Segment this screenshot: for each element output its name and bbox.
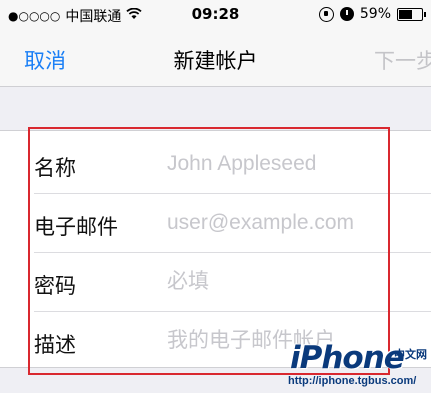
- description-row: 描述: [0, 312, 431, 371]
- battery-fill: [399, 9, 412, 19]
- account-form: 名称 电子邮件 密码 描述: [0, 130, 431, 368]
- description-field[interactable]: [167, 324, 407, 358]
- email-row: 电子邮件: [0, 194, 431, 253]
- battery-percent: 59%: [359, 6, 391, 22]
- rotation-lock-icon: [318, 6, 334, 22]
- password-field[interactable]: [167, 265, 407, 299]
- page-title: 新建帐户: [173, 49, 258, 73]
- battery-icon: [397, 7, 426, 21]
- name-label: 名称: [34, 156, 76, 180]
- status-right: 59%: [318, 6, 426, 22]
- email-label: 电子邮件: [34, 215, 118, 239]
- password-row: 密码: [0, 253, 431, 312]
- password-label: 密码: [34, 274, 76, 298]
- description-label: 描述: [34, 333, 76, 357]
- watermark-url: http://iphone.tgbus.com/: [288, 375, 417, 387]
- alarm-icon: [339, 7, 354, 21]
- name-row: 名称: [0, 135, 431, 194]
- status-bar: ●○○○○ 中国联通 09:28 59%: [0, 0, 431, 32]
- name-field[interactable]: [167, 147, 407, 181]
- next-button[interactable]: 下一步: [374, 45, 431, 75]
- email-field[interactable]: [167, 206, 407, 240]
- navigation-bar: 取消 新建帐户 下一步: [0, 32, 431, 87]
